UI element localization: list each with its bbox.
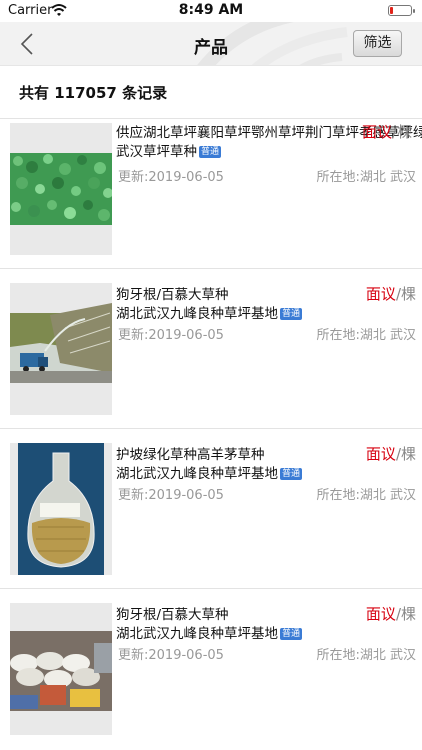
list-item[interactable]: 护坡绿化草种高羊茅草种 面议/棵 湖北武汉九峰良种草坪基地 普通 更新:2019-… bbox=[0, 428, 422, 588]
location: 所在地:湖北 武汉 bbox=[316, 488, 416, 503]
product-thumbnail bbox=[10, 443, 112, 575]
product-subtitle: 武汉草坪草种 普通 bbox=[116, 144, 222, 160]
record-count: 共有 117057 条记录 bbox=[19, 84, 168, 102]
badge: 普通 bbox=[199, 146, 222, 158]
grass-photo bbox=[10, 153, 112, 225]
product-title: 护坡绿化草种高羊茅草种 bbox=[116, 447, 265, 463]
product-thumbnail bbox=[10, 603, 112, 735]
product-subtitle: 湖北武汉九峰良种草坪基地 普通 bbox=[116, 306, 303, 322]
product-price: 面议/棵 bbox=[365, 605, 416, 623]
seed-sacks-photo bbox=[10, 603, 112, 735]
list-item[interactable]: 供应湖北草坪襄阳草坪鄂州草坪荆门草坪孝感草坪绿 面议/棵 武汉草坪草种 普通 更新… bbox=[0, 118, 422, 268]
nav-bar: 产品 筛选 bbox=[0, 22, 422, 66]
list-item[interactable]: 狗牙根/百慕大草种 面议/棵 湖北武汉九峰良种草坪基地 普通 更新:2019-06… bbox=[0, 588, 422, 748]
list-item[interactable]: 狗牙根/百慕大草种 面议/棵 湖北武汉九峰良种草坪基地 普通 更新:2019-06… bbox=[0, 268, 422, 428]
seed-flask-photo bbox=[10, 443, 112, 575]
battery-icon bbox=[388, 5, 415, 16]
status-bar: Carrier 8:49 AM bbox=[0, 0, 422, 22]
product-price: 面议/棵 bbox=[362, 123, 413, 141]
battery-level bbox=[390, 7, 393, 14]
clock: 8:49 AM bbox=[178, 2, 244, 18]
badge: 普通 bbox=[280, 628, 303, 640]
hillside-spraying-photo bbox=[10, 283, 112, 415]
product-thumbnail bbox=[10, 123, 112, 255]
location: 所在地:湖北 武汉 bbox=[316, 648, 416, 663]
product-price: 面议/棵 bbox=[365, 285, 416, 303]
product-title: 狗牙根/百慕大草种 bbox=[116, 607, 229, 623]
filter-button[interactable]: 筛选 bbox=[353, 30, 402, 57]
location: 所在地:湖北 武汉 bbox=[316, 170, 416, 185]
location: 所在地:湖北 武汉 bbox=[316, 328, 416, 343]
update-date: 更新:2019-06-05 bbox=[118, 648, 224, 663]
product-price: 面议/棵 bbox=[365, 445, 416, 463]
record-summary: 共有 117057 条记录 bbox=[0, 66, 422, 118]
update-date: 更新:2019-06-05 bbox=[118, 488, 224, 503]
update-date: 更新:2019-06-05 bbox=[118, 170, 224, 185]
product-subtitle: 湖北武汉九峰良种草坪基地 普通 bbox=[116, 466, 303, 482]
product-subtitle: 湖北武汉九峰良种草坪基地 普通 bbox=[116, 626, 303, 642]
badge: 普通 bbox=[280, 308, 303, 320]
product-title: 狗牙根/百慕大草种 bbox=[116, 287, 229, 303]
update-date: 更新:2019-06-05 bbox=[118, 328, 224, 343]
product-list: 供应湖北草坪襄阳草坪鄂州草坪荆门草坪孝感草坪绿 面议/棵 武汉草坪草种 普通 更新… bbox=[0, 118, 422, 748]
badge: 普通 bbox=[280, 468, 303, 480]
product-thumbnail bbox=[10, 283, 112, 415]
